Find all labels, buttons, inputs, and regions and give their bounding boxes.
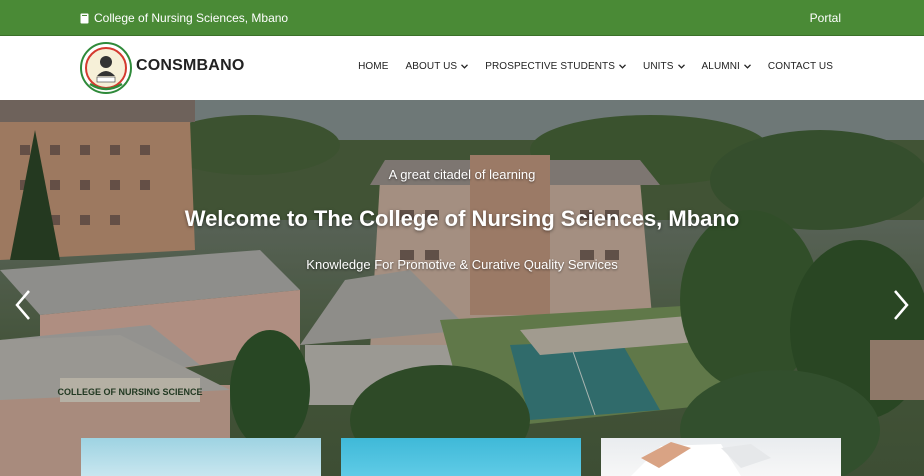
college-logo[interactable] bbox=[80, 42, 132, 94]
nav-prospective-students[interactable]: PROSPECTIVE STUDENTS bbox=[485, 61, 626, 72]
nav-label: PROSPECTIVE STUDENTS bbox=[485, 61, 616, 72]
top-bar: College of Nursing Sciences, Mbano Porta… bbox=[0, 0, 924, 36]
chevron-down-icon bbox=[619, 64, 626, 69]
arrow-right-icon[interactable] bbox=[891, 288, 911, 322]
nav-label: HOME bbox=[358, 61, 389, 72]
main-nav: HOME ABOUT US PROSPECTIVE STUDENTS UNITS… bbox=[358, 61, 833, 72]
nav-home[interactable]: HOME bbox=[358, 61, 388, 72]
portal-link[interactable]: Portal bbox=[810, 11, 841, 25]
brand-name[interactable]: CONSMBANO bbox=[136, 57, 244, 75]
chevron-down-icon bbox=[677, 64, 685, 69]
card-image bbox=[631, 442, 771, 476]
nav-label: CONTACT US bbox=[767, 61, 833, 72]
college-name: College of Nursing Sciences, Mbano bbox=[94, 11, 289, 25]
nav-units[interactable]: UNITS bbox=[643, 61, 685, 72]
nav-about-us[interactable]: ABOUT US bbox=[405, 61, 469, 72]
top-bar-college: College of Nursing Sciences, Mbano bbox=[80, 11, 288, 25]
hero-tagline: A great citadel of learning bbox=[388, 167, 536, 182]
nav-label: UNITS bbox=[643, 61, 674, 72]
feature-card-1[interactable] bbox=[81, 438, 321, 476]
hero-subtitle: Knowledge For Promotive & Curative Quali… bbox=[306, 257, 618, 272]
feature-card-2[interactable] bbox=[341, 438, 581, 476]
chevron-down-icon bbox=[461, 64, 469, 69]
chevron-down-icon bbox=[743, 64, 751, 69]
hero-title: Welcome to The College of Nursing Scienc… bbox=[184, 206, 740, 231]
nav-alumni[interactable]: ALUMNI bbox=[702, 61, 751, 72]
hero-slider: COLLEGE OF NURSING SCIENCE A great citad… bbox=[0, 100, 924, 476]
nav-label: ALUMNI bbox=[701, 61, 740, 72]
book-icon bbox=[80, 13, 89, 23]
arrow-left-icon[interactable] bbox=[13, 288, 33, 322]
site-header: CONSMBANO HOME ABOUT US PROSPECTIVE STUD… bbox=[0, 36, 924, 100]
nav-contact-us[interactable]: CONTACT US bbox=[768, 61, 833, 72]
hero-overlay bbox=[0, 100, 924, 476]
feature-card-3[interactable] bbox=[601, 438, 841, 476]
nav-label: ABOUT US bbox=[405, 61, 458, 72]
